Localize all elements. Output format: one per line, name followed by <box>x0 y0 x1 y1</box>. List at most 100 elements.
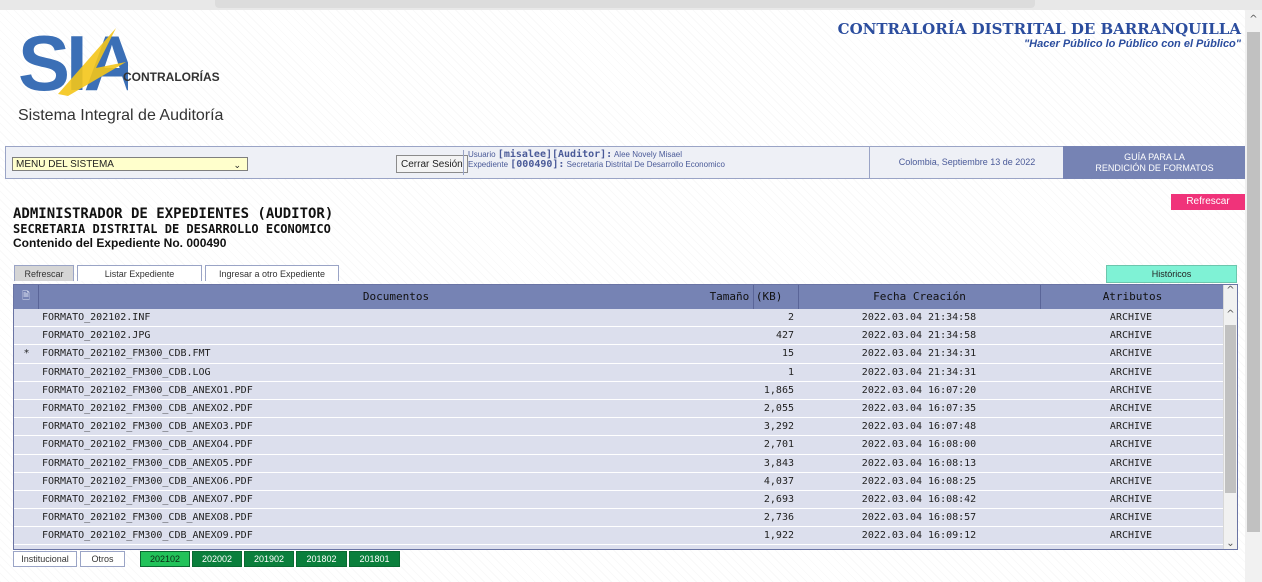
document-size: 1 <box>787 366 794 378</box>
row-mark <box>14 400 39 418</box>
document-attributes: ARCHIVE <box>1109 475 1153 487</box>
table-row[interactable]: FORMATO_202102_FM300_CDB_ANEXO9.PDF 1,922… <box>14 527 1224 546</box>
document-attributes: ARCHIVE <box>1109 312 1153 323</box>
tab-year-202002[interactable]: 202002 <box>192 551 242 567</box>
header-fecha[interactable]: Fecha Creación <box>799 285 1041 309</box>
row-mark: * <box>23 348 30 360</box>
entity-title: SECRETARIA DISTRITAL DE DESARROLLO ECONO… <box>13 222 331 236</box>
document-name: FORMATO_202102_FM300_CDB_ANEXO2.PDF <box>42 402 253 414</box>
tab-institucional[interactable]: Institucional <box>13 551 77 567</box>
logout-button[interactable]: Cerrar Sesión <box>396 155 468 173</box>
guide-line-2: RENDICIÓN DE FORMATOS <box>1095 163 1214 173</box>
document-name: FORMATO_202102.JPG <box>42 330 151 342</box>
document-size: 3,843 <box>763 457 794 469</box>
page-title: ADMINISTRADOR DE EXPEDIENTES (AUDITOR) <box>13 206 334 222</box>
document-date: 2022.03.04 16:08:25 <box>861 475 977 487</box>
table-row[interactable]: FORMATO_202102.JPG 427 2022.03.04 21:34:58… <box>14 327 1224 346</box>
table-row[interactable]: FORMATO_202102.INF 2 2022.03.04 21:34:58 AR… <box>14 309 1224 328</box>
document-attributes: ARCHIVE <box>1109 530 1153 542</box>
document-size: 1,922 <box>763 530 794 542</box>
document-date: 2022.03.04 16:08:57 <box>861 512 977 524</box>
document-attributes: ARCHIVE <box>1109 493 1153 505</box>
page-scrollbar[interactable]: ^ <box>1245 10 1262 582</box>
user-info: Usuario [misalee][Auditor]: Alee Novely … <box>468 150 725 160</box>
tab-year-201902[interactable]: 201902 <box>244 551 294 567</box>
table-row[interactable]: FORMATO_202102_FM300_CDB.LOG 1 2022.03.04 … <box>14 364 1224 382</box>
row-mark <box>14 418 39 436</box>
document-attributes: ARCHIVE <box>1109 330 1153 342</box>
system-subtitle: Sistema Integral de Auditoría <box>18 107 224 124</box>
guide-link[interactable]: GUÍA PARA LA RENDICIÓN DE FORMATOS <box>1063 146 1246 179</box>
document-size: 4,037 <box>763 475 794 487</box>
tab-listar-expediente[interactable]: Listar Expediente <box>77 265 202 281</box>
table-row[interactable]: FORMATO_202102_FM300_CDB_ANEXO5.PDF 3,843… <box>14 455 1224 473</box>
table-row[interactable]: FORMATO_202102_FM300_CDB_ANEXO6.PDF 4,037… <box>14 473 1224 491</box>
header-tamano[interactable]: Tamaño (KB) <box>694 285 799 309</box>
row-mark <box>14 364 39 382</box>
document-date: 2022.03.04 16:08:13 <box>861 457 977 469</box>
guide-line-1: GUÍA PARA LA <box>1124 152 1185 162</box>
document-name: FORMATO_202102_FM300_CDB.LOG <box>42 366 211 378</box>
table-row[interactable]: FORMATO_202102_FM300_CDB_ANEXO8.PDF 2,736… <box>14 509 1224 528</box>
expedient-title: Contenido del Expediente No. 000490 <box>13 236 227 250</box>
document-name: FORMATO_202102_FM300_CDB_ANEXO8.PDF <box>42 512 253 524</box>
row-mark <box>14 473 39 491</box>
page-scrollbar-thumb[interactable] <box>1247 32 1260 532</box>
scrollbar-thumb[interactable] <box>1225 325 1236 493</box>
table-row[interactable]: FORMATO_202102_FM300_CDB_ANEXO7.PDF 2,693… <box>14 491 1224 510</box>
tab-refrescar[interactable]: Refrescar <box>14 265 74 281</box>
document-name: FORMATO_202102_FM300_CDB.FMT <box>42 348 211 360</box>
document-attributes: ARCHIVE <box>1109 366 1153 378</box>
brand-label: CONTRALORÍAS <box>123 70 220 84</box>
document-attributes: ARCHIVE <box>1109 402 1153 414</box>
table-body: FORMATO_202102.INF 2 2022.03.04 21:34:58 AR… <box>14 309 1224 546</box>
document-date: 2022.03.04 16:08:00 <box>861 439 977 451</box>
row-mark <box>14 436 39 454</box>
tab-year-201802[interactable]: 201802 <box>296 551 347 567</box>
tab-year-201801[interactable]: 201801 <box>349 551 400 567</box>
expedient-id: [000490]: <box>510 159 565 170</box>
header-documentos[interactable]: Documentos <box>39 285 754 309</box>
tab-ingresar-expediente[interactable]: Ingresar a otro Expediente <box>205 265 339 281</box>
document-size: 2,701 <box>763 439 794 451</box>
document-name: FORMATO_202102_FM300_CDB_ANEXO9.PDF <box>42 530 253 542</box>
header-atributos[interactable]: Atributos <box>1041 285 1224 309</box>
table-row[interactable]: FORMATO_202102_FM300_CDB_ANEXO4.PDF 2,701… <box>14 436 1224 455</box>
row-mark <box>14 509 39 527</box>
historicos-button[interactable]: Históricos <box>1106 265 1237 283</box>
document-attributes: ARCHIVE <box>1109 421 1153 433</box>
table-scrollbar[interactable]: ^ ^ ⌄ <box>1223 285 1237 549</box>
scroll-down-icon[interactable]: ⌄ <box>1224 538 1237 549</box>
scroll-up-icon[interactable]: ^ <box>1224 309 1237 320</box>
user-name: Alee Novely Misael <box>612 150 682 159</box>
browser-top-strip <box>0 0 1262 10</box>
system-menu-select[interactable]: MENU DEL SISTEMA ⌄ <box>12 157 248 171</box>
document-date: 2022.03.04 16:07:20 <box>861 384 977 396</box>
document-date: 2022.03.04 21:34:58 <box>861 330 977 342</box>
expedient-info: Expediente [000490]: Secretaria Distrita… <box>468 160 725 170</box>
browser-address-bar[interactable] <box>215 0 1035 8</box>
organization-header: CONTRALORÍA DISTRITAL DE BARRANQUILLA "H… <box>838 20 1241 50</box>
table-row[interactable]: FORMATO_202102_FM300_CDB_ANEXO2.PDF 2,055… <box>14 400 1224 419</box>
tab-otros[interactable]: Otros <box>80 551 125 567</box>
scroll-up-icon[interactable]: ^ <box>1245 14 1262 25</box>
document-size: 2,055 <box>763 402 794 414</box>
sia-logo-icon: SIA <box>18 22 128 102</box>
document-size: 2,693 <box>763 493 794 505</box>
system-toolbar: MENU DEL SISTEMA ⌄ Cerrar Sesión Usuario… <box>5 146 1246 179</box>
row-mark <box>14 327 39 345</box>
tab-year-202102[interactable]: 202102 <box>140 551 190 567</box>
document-date: 2022.03.04 21:34:58 <box>861 312 977 323</box>
document-attributes: ARCHIVE <box>1109 348 1153 360</box>
scroll-up-icon[interactable]: ^ <box>1224 285 1237 296</box>
row-mark <box>14 455 39 473</box>
table-row[interactable]: FORMATO_202102_FM300_CDB_ANEXO3.PDF 3,292… <box>14 418 1224 437</box>
table-row[interactable]: FORMATO_202102_FM300_CDB_ANEXO1.PDF 1,865… <box>14 382 1224 400</box>
document-size: 2 <box>787 312 794 323</box>
row-mark <box>14 527 39 545</box>
document-size: 1,865 <box>763 384 794 396</box>
document-name: FORMATO_202102_FM300_CDB_ANEXO4.PDF <box>42 439 253 451</box>
row-mark <box>14 491 39 509</box>
refresh-page-button[interactable]: Refrescar página <box>1171 194 1245 223</box>
table-row[interactable]: * FORMATO_202102_FM300_CDB.FMT 15 2022.03.0… <box>14 345 1224 364</box>
